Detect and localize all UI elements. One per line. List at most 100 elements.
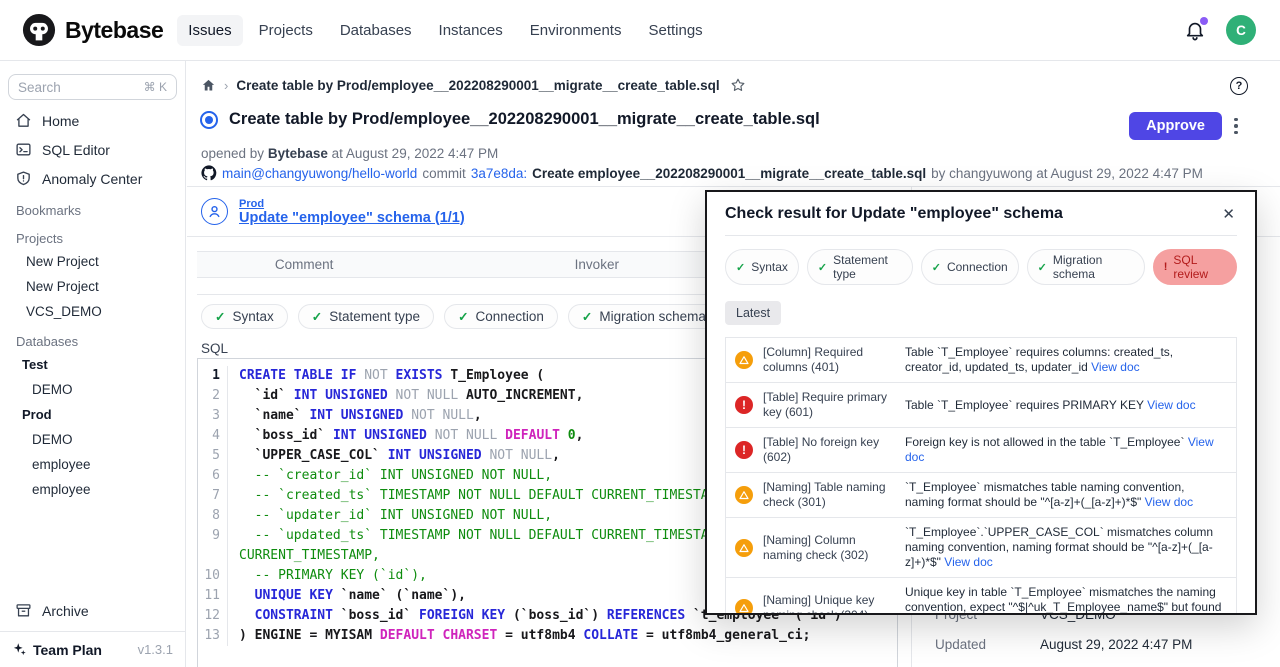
search-shortcut: ⌘ K <box>144 80 167 94</box>
brand-name: Bytebase <box>65 17 163 44</box>
commit-message: Create employee__202208290001__migrate__… <box>532 166 926 181</box>
sidebar-item-sql-editor[interactable]: SQL Editor <box>0 135 185 164</box>
code-token: CREATE TABLE IF <box>239 368 364 383</box>
check-pill-statement-type[interactable]: ✓Statement type <box>298 304 434 329</box>
commit-hash-link[interactable]: 3a7e8da: <box>471 166 527 181</box>
check-pill-label: Syntax <box>751 260 788 274</box>
view-doc-link[interactable]: View doc <box>1091 360 1139 374</box>
sidebar-section-databases: Databases <box>0 324 185 352</box>
terminal-icon <box>15 141 32 158</box>
check-pill-label: Migration schema <box>1053 253 1134 281</box>
check-mark-icon: ✓ <box>736 261 745 274</box>
help-icon[interactable]: ? <box>1230 77 1248 95</box>
nav-item-settings[interactable]: Settings <box>637 15 713 46</box>
column-header-comment[interactable]: Comment <box>197 257 411 272</box>
code-token: = utf8mb4 <box>505 628 583 643</box>
code-token: `boss_id` <box>239 428 333 443</box>
sidebar-item-anomaly-center[interactable]: Anomaly Center <box>0 164 185 193</box>
sidebar-section-bookmarks: Bookmarks <box>0 193 185 221</box>
check-pill-syntax[interactable]: ✓Syntax <box>201 304 288 329</box>
latest-button[interactable]: Latest <box>725 301 781 325</box>
code-token: DEFAULT CHARSET <box>380 628 505 643</box>
rule-description: Table `T_Employee` requires PRIMARY KEY … <box>905 398 1227 413</box>
check-pill-connection[interactable]: ✓ Connection <box>444 304 558 329</box>
search-input[interactable]: Search ⌘ K <box>8 74 177 100</box>
sidebar-spacer <box>0 502 185 596</box>
sidebar-item-employee[interactable]: employee <box>0 477 185 502</box>
code-token: `name` <box>239 408 309 423</box>
main-nav: IssuesProjectsDatabasesInstancesEnvironm… <box>177 15 713 46</box>
nav-item-environments[interactable]: Environments <box>519 15 633 46</box>
view-doc-link[interactable]: View doc <box>905 435 1214 464</box>
nav-item-instances[interactable]: Instances <box>428 15 514 46</box>
sidebar-item-home[interactable]: Home <box>0 106 185 135</box>
check-pill-sql-review[interactable]: ! SQL review <box>1153 249 1237 285</box>
line-number: 3 <box>198 406 228 426</box>
check-pill-migration-schema[interactable]: ✓ Migration schema <box>568 304 720 329</box>
nav-item-databases[interactable]: Databases <box>329 15 423 46</box>
line-number: 10 <box>198 566 228 586</box>
code-token: -- `creator_id` INT UNSIGNED NOT NULL, <box>239 468 552 483</box>
approve-button[interactable]: Approve <box>1129 112 1222 140</box>
stage-env-link[interactable]: Prod <box>239 198 465 210</box>
nav-item-projects[interactable]: Projects <box>248 15 324 46</box>
avatar[interactable]: C <box>1226 15 1256 45</box>
bookmark-star-icon[interactable] <box>730 77 746 93</box>
check-pill-connection[interactable]: ✓Connection <box>921 249 1019 285</box>
bytebase-logo[interactable]: Bytebase <box>0 13 163 47</box>
code-token: , <box>576 428 584 443</box>
line-number: 9 <box>198 526 228 566</box>
navbar-right: C <box>1184 15 1280 45</box>
code-token: COLLATE <box>583 628 646 643</box>
sidebar-item-prod[interactable]: Prod <box>0 402 185 427</box>
home-icon <box>15 112 32 129</box>
code-token: DEFAULT <box>505 428 568 443</box>
warning-icon <box>735 486 753 504</box>
view-doc-link[interactable]: View doc <box>944 555 992 569</box>
sidebar-item-test[interactable]: Test <box>0 352 185 377</box>
check-pill-label: SQL review <box>1173 253 1226 281</box>
notifications-bell-icon[interactable] <box>1184 19 1206 41</box>
line-number: 6 <box>198 466 228 486</box>
check-pill-label: Migration schema <box>599 309 706 324</box>
kebab-menu-icon[interactable] <box>1228 114 1244 138</box>
check-pill-syntax[interactable]: ✓ Syntax <box>725 249 799 285</box>
check-mark-icon: ✓ <box>458 309 468 324</box>
check-pill-migration-schema[interactable]: ✓Migration schema <box>1027 249 1145 285</box>
check-result-row: ![Table] Require primary key (601)Table … <box>726 383 1236 428</box>
sidebar-item-employee[interactable]: employee <box>0 452 185 477</box>
nav-item-issues[interactable]: Issues <box>177 15 242 46</box>
sidebar-item-new-project[interactable]: New Project <box>0 274 185 299</box>
detail-label: Updated <box>935 637 1040 652</box>
sidebar-item-new-project[interactable]: New Project <box>0 249 185 274</box>
rule-name: [Naming] Column naming check (302) <box>763 533 895 563</box>
search-placeholder: Search <box>18 80 61 95</box>
check-mark-icon: ✓ <box>582 309 592 324</box>
stage-task-link[interactable]: Update "employee" schema (1/1) <box>239 210 465 226</box>
home-breadcrumb-icon[interactable] <box>201 78 216 93</box>
check-pill-statement-type[interactable]: ✓Statement type <box>807 249 913 285</box>
sparkle-icon <box>12 642 27 657</box>
plan-bar[interactable]: Team Plan v1.3.1 <box>0 631 185 667</box>
code-token: REFERENCES <box>607 608 693 623</box>
plan-label: Team Plan <box>33 642 102 658</box>
sidebar-item-demo[interactable]: DEMO <box>0 377 185 402</box>
bytebase-logo-icon <box>22 13 56 47</box>
view-doc-link[interactable]: View doc <box>1145 495 1193 509</box>
top-navbar: Bytebase IssuesProjectsDatabasesInstance… <box>0 0 1280 61</box>
sidebar-item-demo[interactable]: DEMO <box>0 427 185 452</box>
check-pill-label: Statement type <box>329 309 420 324</box>
breadcrumb-title: Create table by Prod/employee__202208290… <box>236 78 719 93</box>
sidebar-item-archive[interactable]: Archive <box>0 596 185 625</box>
view-doc-link[interactable]: View doc <box>1147 398 1195 412</box>
opened-prefix: opened by <box>201 146 264 161</box>
modal-title: Check result for Update "employee" schem… <box>725 205 1063 223</box>
issue-detail-panel: ProjectVCS_DEMOUpdatedAugust 29, 2022 4:… <box>935 607 1265 667</box>
line-number: 5 <box>198 446 228 466</box>
error-mark-icon: ! <box>1164 261 1168 273</box>
commit-repo-link[interactable]: main@changyuwong/hello-world <box>222 166 417 181</box>
check-pill-label: Connection <box>476 309 544 324</box>
close-icon[interactable]: ✕ <box>1220 205 1237 224</box>
sidebar-item-vcs-demo[interactable]: VCS_DEMO <box>0 299 185 324</box>
rule-description: Foreign key is not allowed in the table … <box>905 435 1227 465</box>
